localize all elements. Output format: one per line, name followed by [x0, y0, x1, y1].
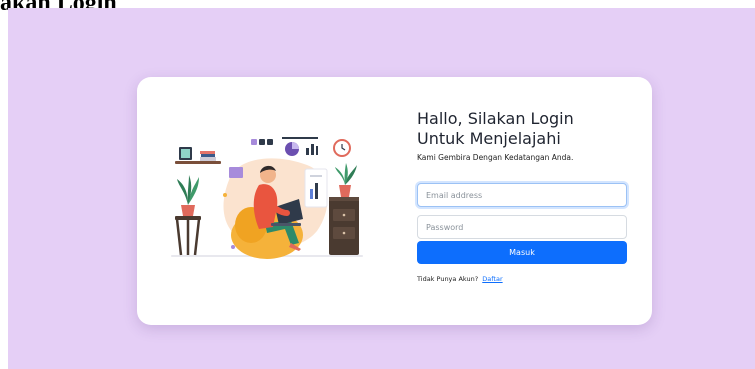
signup-prompt-text: Tidak Punya Akun? — [417, 275, 479, 283]
login-subtitle: Kami Gembira Dengan Kedatangan Anda. — [417, 153, 574, 162]
page-background: Hallo, Silakan Login Untuk Menjelajahi K… — [8, 8, 755, 369]
login-card: Hallo, Silakan Login Untuk Menjelajahi K… — [137, 77, 652, 325]
signup-prompt: Tidak Punya Akun? Daftar — [417, 275, 627, 283]
title-line-2: Untuk Menjelajahi — [417, 129, 561, 148]
login-button[interactable]: Masuk — [417, 241, 627, 264]
signup-link[interactable]: Daftar — [482, 275, 502, 283]
email-input[interactable] — [417, 183, 627, 207]
login-form: Hallo, Silakan Login Untuk Menjelajahi K… — [417, 109, 627, 283]
title-line-1: Hallo, Silakan Login — [417, 109, 574, 128]
person-working-on-laptop-illustration — [171, 137, 363, 259]
password-input[interactable] — [417, 215, 627, 239]
login-title: Hallo, Silakan Login Untuk Menjelajahi — [417, 109, 627, 149]
